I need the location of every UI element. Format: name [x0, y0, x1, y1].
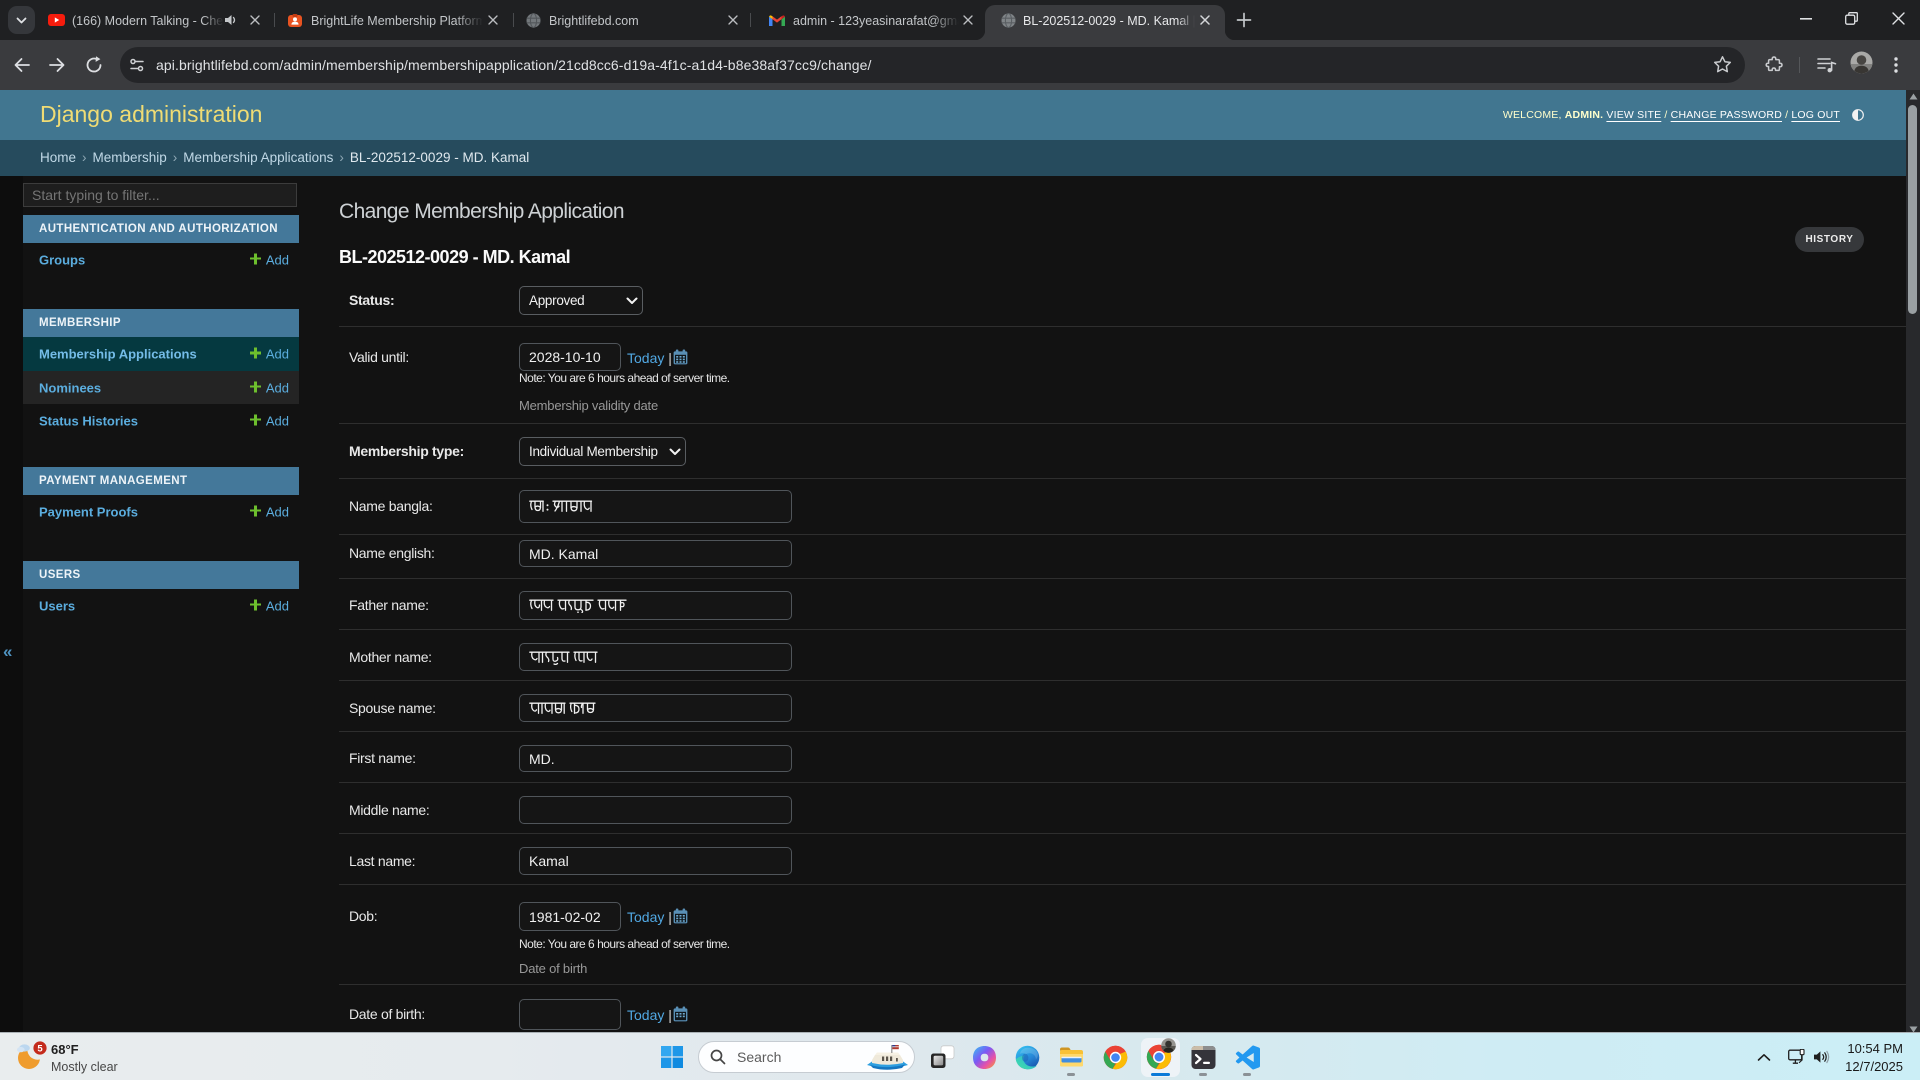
svg-text:5: 5 — [37, 1043, 43, 1054]
